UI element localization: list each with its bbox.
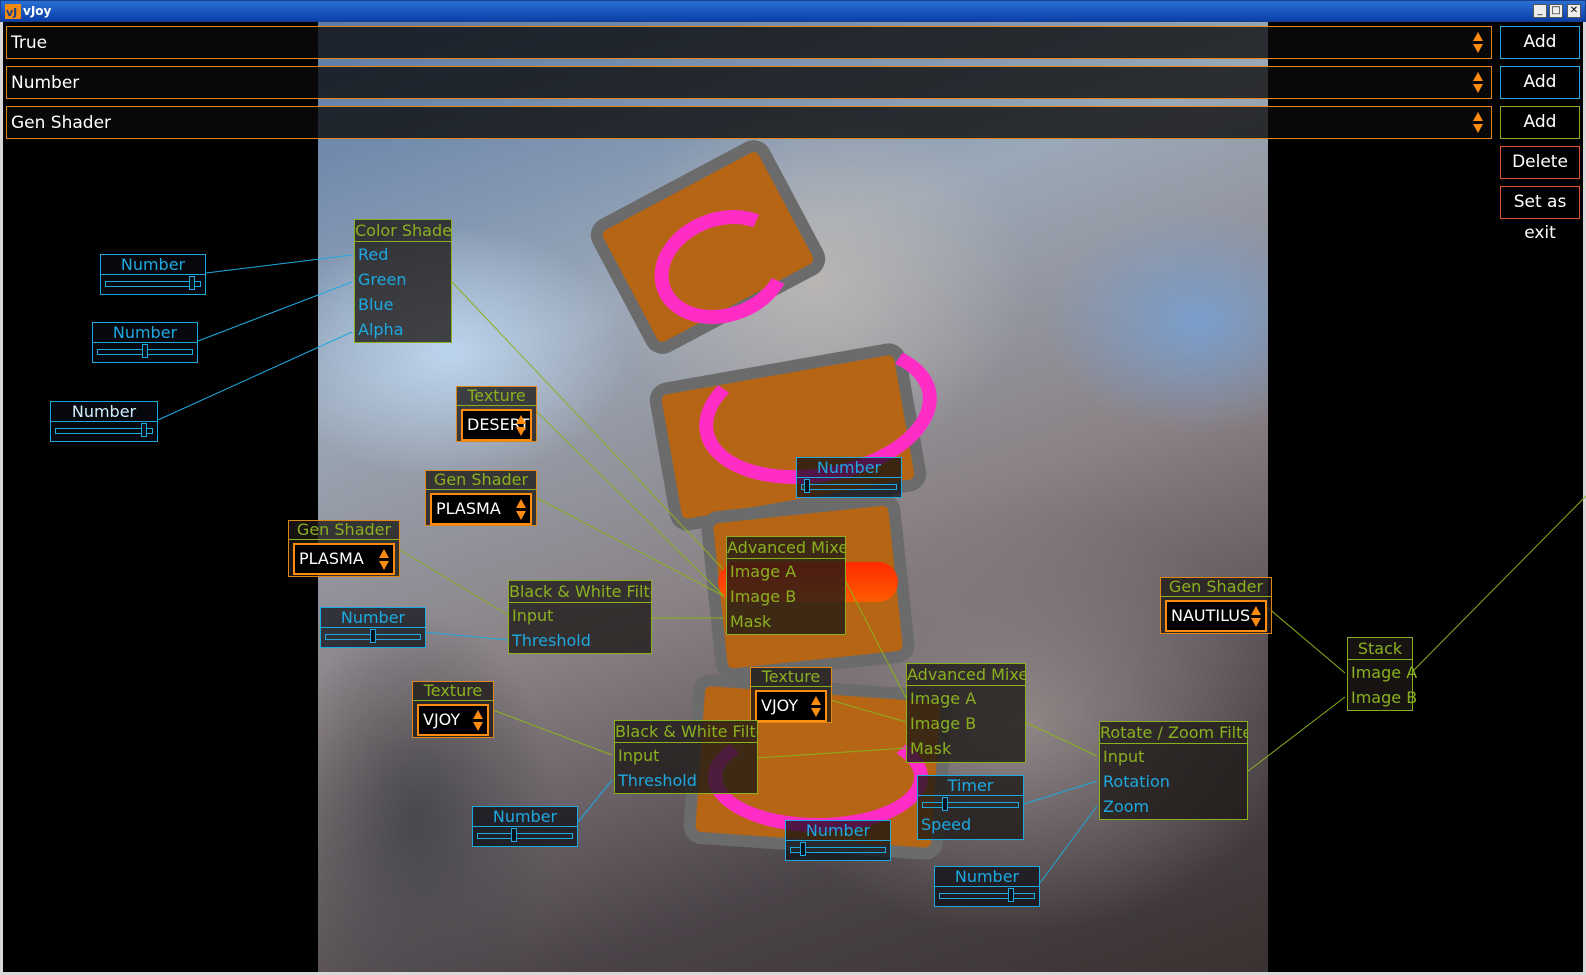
port-blue[interactable]: Blue	[355, 292, 451, 317]
node-title: Stack	[1348, 638, 1412, 660]
node-title: Number	[797, 458, 901, 478]
port-red[interactable]: Red	[355, 242, 451, 267]
slider-knob[interactable]	[141, 423, 148, 437]
gen-shader-node-3[interactable]: Gen Shader NAUTILUS	[1160, 577, 1272, 634]
number-node-7[interactable]: Number	[785, 820, 891, 861]
texture-select[interactable]: DESERT	[461, 409, 532, 441]
slider-knob[interactable]	[800, 842, 807, 856]
timer-node[interactable]: Timer Speed	[917, 775, 1024, 840]
number-node-1[interactable]: Number	[100, 254, 206, 295]
port-input[interactable]: Input	[509, 603, 651, 628]
port-threshold[interactable]: Threshold	[509, 628, 651, 653]
rotate-zoom-filter-node[interactable]: Rotate / Zoom Filter Input Rotation Zoom	[1099, 721, 1248, 820]
bw-filter-node-1[interactable]: Black & White Filter Input Threshold	[508, 580, 652, 654]
slider-knob[interactable]	[510, 828, 517, 842]
number-node-3[interactable]: Number	[50, 401, 158, 442]
slider-knob[interactable]	[1007, 888, 1014, 902]
shader-select[interactable]: PLASMA	[430, 493, 532, 525]
node-title: Advanced Mixer	[727, 538, 845, 559]
texture-node-3[interactable]: Texture VJOY	[412, 681, 494, 738]
gen-shader-node-2[interactable]: Gen Shader PLASMA	[288, 520, 400, 577]
advanced-mixer-node-1[interactable]: Advanced Mixer Image A Image B Mask	[726, 536, 846, 635]
node-title: Number	[101, 255, 205, 275]
shader-select[interactable]: NAUTILUS	[1165, 600, 1267, 632]
port-speed[interactable]: Speed	[918, 812, 971, 837]
number-node-4[interactable]: Number	[796, 457, 902, 498]
gen-shader-node-1[interactable]: Gen Shader PLASMA	[425, 470, 537, 526]
stack-node[interactable]: Stack Image A Image B	[1347, 637, 1417, 711]
port-image-b[interactable]: Image B	[1348, 685, 1417, 710]
node-title: Number	[786, 821, 890, 841]
number-node-5[interactable]: Number	[320, 607, 426, 648]
node-title: Number	[51, 402, 157, 422]
bw-filter-node-2[interactable]: Black & White Filter Input Threshold	[614, 720, 758, 794]
node-title: Number	[93, 323, 197, 343]
spin-arrows-icon[interactable]	[811, 694, 821, 720]
node-title: Timer	[918, 776, 1023, 796]
spin-arrows-icon[interactable]	[516, 413, 526, 439]
select-value: VJOY	[761, 696, 799, 715]
texture-select[interactable]: VJOY	[755, 690, 827, 722]
node-title: Gen Shader	[1161, 578, 1271, 597]
node-title: Texture	[751, 668, 831, 687]
node-title: Black & White Filter	[615, 722, 757, 743]
select-value: PLASMA	[299, 549, 364, 568]
node-title: Number	[935, 867, 1039, 887]
port-image-b[interactable]: Image B	[907, 711, 1025, 736]
port-image-b[interactable]: Image B	[727, 584, 845, 609]
texture-node-2[interactable]: Texture VJOY	[750, 667, 832, 723]
slider-knob[interactable]	[370, 629, 376, 643]
number-slider[interactable]	[55, 423, 153, 437]
texture-node-1[interactable]: Texture DESERT	[456, 386, 537, 442]
slider-knob[interactable]	[142, 344, 148, 358]
number-slider[interactable]	[105, 276, 201, 290]
port-zoom[interactable]: Zoom	[1100, 794, 1247, 819]
color-shader-node[interactable]: Color Shader Red Green Blue Alpha	[354, 219, 452, 343]
shader-select[interactable]: PLASMA	[293, 543, 395, 575]
number-node-8[interactable]: Number	[934, 866, 1040, 907]
timer-slider[interactable]	[922, 797, 1019, 811]
port-image-a[interactable]: Image A	[907, 686, 1025, 711]
slider-knob[interactable]	[189, 276, 196, 290]
port-green[interactable]: Green	[355, 267, 451, 292]
spin-arrows-icon[interactable]	[516, 497, 526, 523]
number-slider[interactable]	[939, 888, 1035, 902]
spin-arrows-icon[interactable]	[379, 547, 389, 573]
node-title: Number	[473, 807, 577, 827]
port-input[interactable]: Input	[1100, 744, 1247, 769]
node-title: Color Shader	[355, 221, 451, 242]
node-title: Rotate / Zoom Filter	[1100, 723, 1247, 744]
node-title: Texture	[413, 682, 493, 701]
port-image-a[interactable]: Image A	[1348, 660, 1417, 685]
slider-knob[interactable]	[803, 479, 810, 493]
port-input[interactable]: Input	[615, 743, 757, 768]
spin-arrows-icon[interactable]	[1251, 604, 1261, 630]
node-title: Gen Shader	[426, 471, 536, 490]
select-value: PLASMA	[436, 499, 501, 518]
select-value: VJOY	[423, 710, 461, 729]
number-slider[interactable]	[790, 842, 886, 856]
number-slider[interactable]	[325, 629, 421, 643]
port-rotation[interactable]: Rotation	[1100, 769, 1247, 794]
number-slider[interactable]	[477, 828, 573, 842]
advanced-mixer-node-2[interactable]: Advanced Mixer Image A Image B Mask	[906, 663, 1026, 763]
number-node-6[interactable]: Number	[472, 806, 578, 847]
port-threshold[interactable]: Threshold	[615, 768, 757, 793]
number-node-2[interactable]: Number	[92, 322, 198, 363]
spin-arrows-icon[interactable]	[473, 708, 483, 734]
port-mask[interactable]: Mask	[907, 736, 1025, 761]
node-title: Black & White Filter	[509, 582, 651, 603]
port-mask[interactable]: Mask	[727, 609, 845, 634]
node-title: Number	[321, 608, 425, 628]
texture-select[interactable]: VJOY	[417, 704, 489, 736]
node-title: Texture	[457, 387, 536, 406]
slider-knob[interactable]	[942, 797, 948, 811]
port-image-a[interactable]: Image A	[727, 559, 845, 584]
number-slider[interactable]	[801, 479, 897, 493]
port-alpha[interactable]: Alpha	[355, 317, 451, 342]
node-title: Gen Shader	[289, 521, 399, 540]
node-title: Advanced Mixer	[907, 665, 1025, 686]
select-value: NAUTILUS	[1171, 606, 1251, 625]
number-slider[interactable]	[97, 344, 193, 358]
